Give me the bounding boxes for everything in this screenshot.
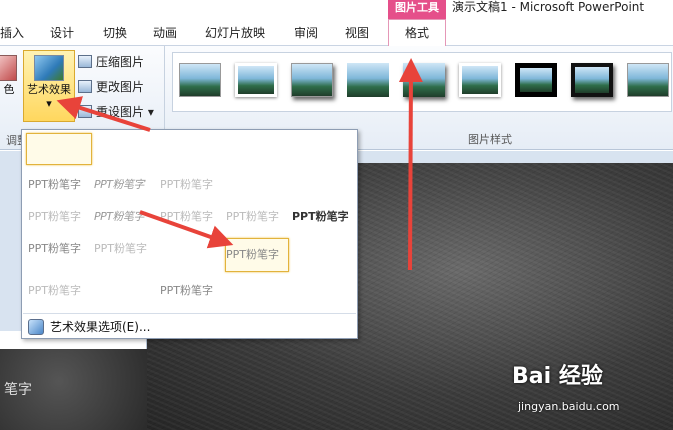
arrow-to-selected-effect [139,210,234,249]
arrow-to-artistic-effects [56,96,151,132]
arrow-to-format-tab [398,58,423,271]
baidu-watermark: Bai 经验 [512,364,603,389]
watermark-url: jingyan.baidu.com [518,400,620,413]
